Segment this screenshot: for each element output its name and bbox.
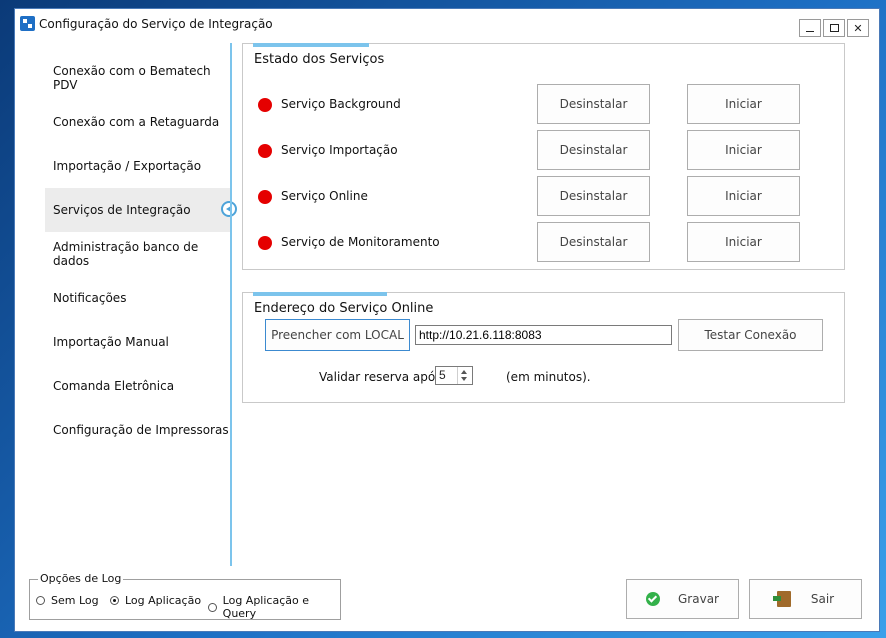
title-bar: Configuração do Serviço de Integração ✕ [15, 9, 879, 39]
sidebar-item-notificacoes[interactable]: Notificações [45, 276, 231, 320]
radio-label: Sem Log [51, 594, 99, 607]
close-icon: ✕ [853, 21, 863, 35]
services-group-title: Estado dos Serviços [254, 52, 385, 67]
service-row-background: Serviço Background Desinstalar Iniciar [243, 84, 843, 124]
radio-label: Log Aplicação e Query [222, 594, 309, 620]
sidebar-item-importacao-manual[interactable]: Importação Manual [45, 320, 231, 364]
chevron-up-icon[interactable] [461, 370, 467, 374]
maximize-icon [829, 24, 839, 32]
service-row-online: Serviço Online Desinstalar Iniciar [243, 176, 843, 216]
sidebar-item-administracao-banco[interactable]: Administração banco de dados [45, 232, 231, 276]
chevron-down-icon[interactable] [461, 377, 467, 381]
sidebar-item-label: Conexão com o Bematech PDV [53, 64, 211, 92]
radio-log-aplicacao[interactable]: Log Aplicação [110, 594, 201, 607]
status-dot-icon [258, 236, 272, 250]
save-label: Gravar [678, 592, 719, 606]
status-dot-icon [258, 144, 272, 158]
service-row-importacao: Serviço Importação Desinstalar Iniciar [243, 130, 843, 170]
main-window: Configuração do Serviço de Integração ✕ … [14, 8, 880, 632]
reserve-label: Validar reserva após: [319, 370, 446, 384]
sidebar-item-retaguarda[interactable]: Conexão com a Retaguarda [45, 100, 231, 144]
status-dot-icon [258, 98, 272, 112]
reserve-minutes-stepper[interactable]: 5 [435, 366, 473, 385]
reserve-unit: (em minutos). [506, 370, 591, 384]
radio-icon[interactable] [36, 596, 45, 605]
uninstall-button[interactable]: Desinstalar [537, 84, 650, 124]
arrow-left-icon [221, 201, 237, 217]
fill-local-button[interactable]: Preencher com LOCAL [265, 319, 410, 351]
service-name: Serviço de Monitoramento [281, 235, 440, 249]
sidebar-item-bematech-pdv[interactable]: Conexão com o Bematech PDV [45, 56, 231, 100]
group-accent [253, 43, 369, 47]
sidebar: Conexão com o Bematech PDV Conexão com a… [15, 39, 237, 565]
sidebar-item-label: Importação / Exportação [53, 159, 202, 173]
online-service-group: Endereço do Serviço Online Preencher com… [242, 292, 845, 403]
radio-sem-log[interactable]: Sem Log [36, 594, 99, 607]
sidebar-item-comanda-eletronica[interactable]: Comanda Eletrônica [45, 364, 231, 408]
sidebar-item-label: Serviços de Integração [53, 203, 191, 217]
radio-label: Log Aplicação [125, 594, 202, 607]
sidebar-item-label: Comanda Eletrônica [53, 379, 175, 393]
minimize-icon [806, 30, 814, 32]
sidebar-item-label: Importação Manual [53, 335, 169, 349]
maximize-button[interactable] [823, 19, 845, 37]
uninstall-button[interactable]: Desinstalar [537, 130, 650, 170]
group-accent [253, 292, 387, 296]
sidebar-item-label: Administração banco de dados [53, 240, 199, 268]
log-options-group: Opções de Log Sem Log Log Aplicação Log … [29, 572, 341, 620]
window-title: Configuração do Serviço de Integração [39, 17, 273, 31]
start-button[interactable]: Iniciar [687, 130, 800, 170]
test-connection-button[interactable]: Testar Conexão [678, 319, 823, 351]
service-name: Serviço Online [281, 189, 368, 203]
services-group: Estado dos Serviços Serviço Background D… [242, 43, 845, 270]
minimize-button[interactable] [799, 19, 821, 37]
service-row-monitoramento: Serviço de Monitoramento Desinstalar Ini… [243, 222, 843, 262]
log-options-title: Opções de Log [38, 572, 124, 585]
close-button[interactable]: ✕ [847, 19, 869, 37]
uninstall-button[interactable]: Desinstalar [537, 222, 650, 262]
check-icon [646, 592, 660, 606]
reserve-value: 5 [439, 368, 446, 382]
sidebar-item-importacao-exportacao[interactable]: Importação / Exportação [45, 144, 231, 188]
save-button[interactable]: Gravar [626, 579, 739, 619]
radio-selected-icon[interactable] [110, 596, 119, 605]
radio-log-aplicacao-query[interactable]: Log Aplicação e Query [208, 594, 340, 620]
exit-button[interactable]: Sair [749, 579, 862, 619]
status-dot-icon [258, 190, 272, 204]
exit-label: Sair [810, 592, 835, 606]
service-name: Serviço Importação [281, 143, 398, 157]
window-controls: ✕ [797, 19, 869, 37]
sidebar-item-label: Notificações [53, 291, 127, 305]
service-name: Serviço Background [281, 97, 401, 111]
start-button[interactable]: Iniciar [687, 222, 800, 262]
uninstall-button[interactable]: Desinstalar [537, 176, 650, 216]
exit-door-icon [772, 591, 791, 607]
sidebar-divider [230, 43, 232, 566]
online-group-title: Endereço do Serviço Online [254, 301, 434, 316]
sidebar-item-configuracao-impressoras[interactable]: Configuração de Impressoras [45, 408, 231, 452]
app-icon [20, 16, 35, 31]
sidebar-item-label: Conexão com a Retaguarda [53, 115, 220, 129]
start-button[interactable]: Iniciar [687, 176, 800, 216]
sidebar-item-label: Configuração de Impressoras [53, 423, 229, 437]
stepper-arrows[interactable] [457, 367, 472, 384]
server-url-input[interactable]: http://10.21.6.118:8083 [415, 325, 672, 345]
start-button[interactable]: Iniciar [687, 84, 800, 124]
radio-icon[interactable] [208, 602, 217, 612]
sidebar-item-servicos-integracao[interactable]: Serviços de Integração [45, 188, 237, 232]
